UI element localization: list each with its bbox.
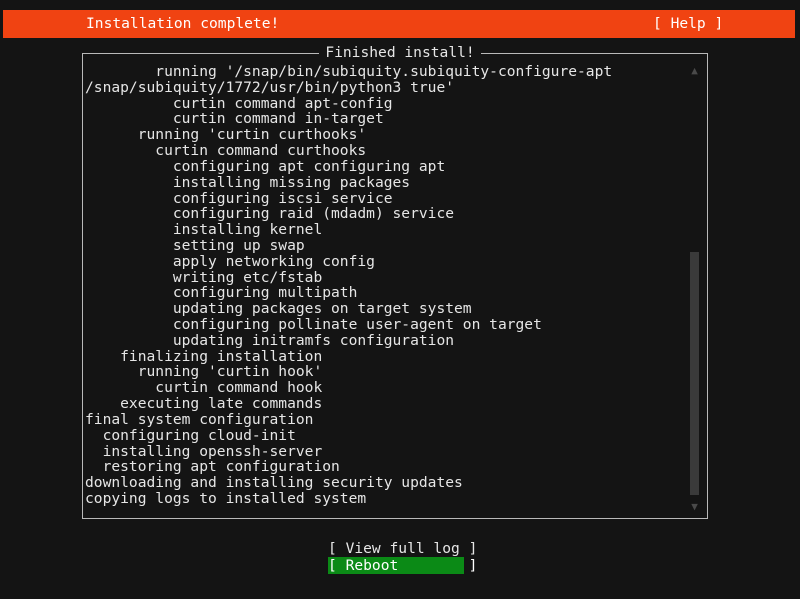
header-bar: Installation complete! [ Help ] (3, 10, 795, 38)
log-line: running 'curtin hook' (85, 363, 323, 381)
log-line: /snap/subiquity/1772/usr/bin/python3 tru… (85, 78, 455, 96)
log-line: configuring iscsi service (85, 189, 393, 207)
log-line: curtin command apt-config (85, 94, 393, 112)
log-line: copying logs to installed system (85, 489, 367, 507)
footer-buttons: [ View full log ][ Reboot ] (328, 540, 477, 574)
log-line: configuring pollinate user-agent on targ… (85, 316, 542, 333)
scroll-up-arrow-icon[interactable]: ▲ (688, 65, 701, 77)
log-line: configuring cloud-init (85, 426, 296, 444)
log-line: running '/snap/bin/subiquity.subiquity-c… (85, 64, 613, 80)
log-line: writing etc/fstab (85, 268, 323, 286)
reboot-button[interactable]: [ Reboot ] (328, 557, 477, 574)
log-line: apply networking config (85, 252, 375, 270)
log-line: installing openssh-server (85, 442, 323, 460)
view-full-log-button[interactable]: [ View full log ] (328, 540, 477, 557)
panel-title-text: Finished install! (319, 44, 481, 61)
log-line: curtin command hook (85, 379, 323, 397)
installer-screen: Installation complete! [ Help ] Finished… (0, 0, 800, 599)
log-line: updating initramfs configuration (85, 331, 455, 349)
log-line: finalizing installation (85, 347, 323, 365)
log-line: curtin command curthooks (85, 142, 367, 160)
log-line: downloading and installing security upda… (85, 474, 463, 492)
log-line: configuring raid (mdadm) service (85, 205, 455, 223)
log-line: running 'curtin curthooks' (85, 126, 367, 144)
log-line: configuring apt configuring apt (85, 157, 446, 175)
log-line: configuring multipath (85, 284, 358, 302)
log-line: executing late commands (85, 395, 323, 413)
scrollbar-thumb[interactable] (690, 252, 699, 495)
log-line: installing missing packages (85, 173, 411, 191)
page-title: Installation complete! (86, 15, 280, 32)
panel-title: Finished install! (0, 44, 800, 61)
log-line: restoring apt configuration (85, 458, 340, 476)
log-line: curtin command in-target (85, 110, 384, 128)
scroll-down-arrow-icon[interactable]: ▼ (688, 501, 701, 513)
log-line: final system configuration (85, 410, 314, 428)
log-scrollbar[interactable]: ▲ ▼ (688, 62, 701, 516)
log-line: setting up swap (85, 236, 305, 254)
log-line: installing kernel (85, 221, 323, 239)
log-viewport[interactable]: running '/snap/bin/subiquity.subiquity-c… (85, 64, 685, 516)
log-line: updating packages on target system (85, 300, 472, 318)
help-button[interactable]: [ Help ] (653, 10, 723, 38)
